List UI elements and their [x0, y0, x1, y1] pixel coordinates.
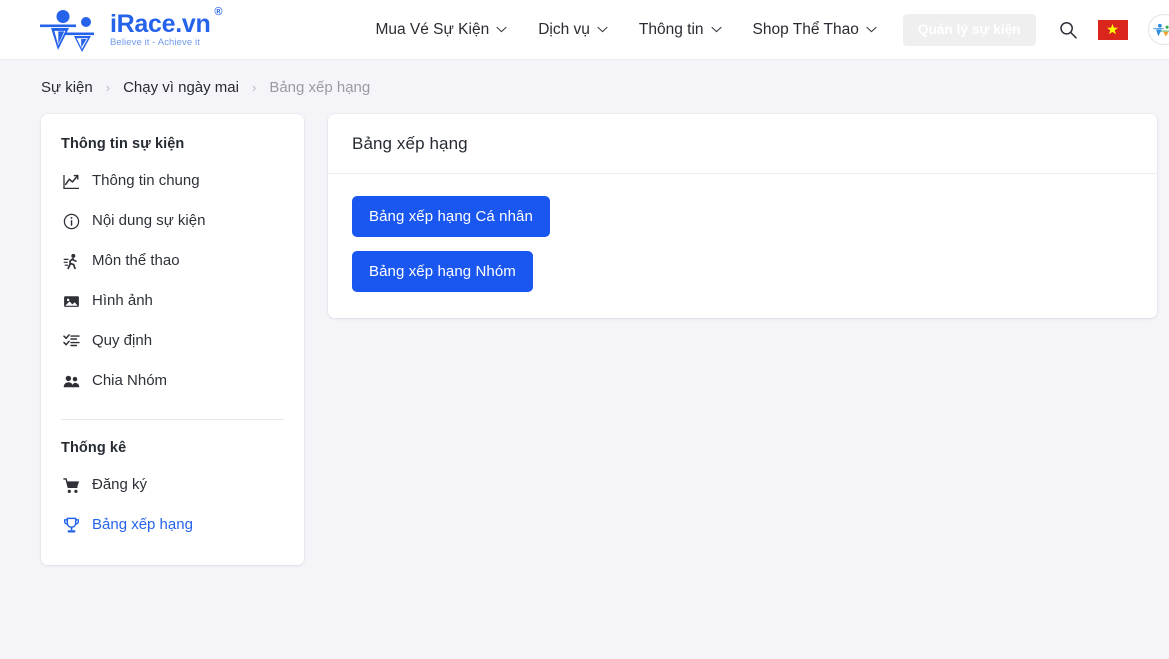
sidebar-item-label: Chia Nhóm — [92, 372, 168, 389]
nav-item-thong-tin[interactable]: Thông tin — [639, 21, 722, 39]
chevron-down-icon — [597, 26, 608, 33]
sidebar-item-label: Môn thể thao — [92, 252, 180, 269]
logo-registered-mark: ® — [214, 5, 223, 18]
user-avatar-icon[interactable] — [1147, 14, 1169, 45]
sidebar-item-label: Thông tin chung — [92, 172, 200, 189]
vietnam-flag-star-icon — [1107, 23, 1119, 35]
running-person-icon — [63, 253, 77, 269]
search-icon[interactable] — [1058, 20, 1078, 40]
sidebar-item-thong-tin-chung[interactable]: Thông tin chung — [41, 161, 304, 201]
people-group-icon — [63, 375, 80, 387]
sidebar-item-noi-dung-su-kien[interactable]: Nội dung sự kiện — [41, 201, 304, 241]
breadcrumb-separator: › — [251, 79, 257, 95]
nav-label: Mua Vé Sự Kiện — [375, 20, 490, 38]
chevron-down-icon — [710, 26, 722, 33]
breadcrumb-item-current: Bảng xếp hạng — [269, 78, 371, 96]
sidebar-item-chia-nhom[interactable]: Chia Nhóm — [41, 361, 304, 401]
list-check-icon — [63, 333, 80, 346]
nav-item-mua-ve-su-kien[interactable]: Mua Vé Sự Kiện — [375, 21, 507, 39]
chevron-down-icon — [866, 26, 877, 33]
sidebar-item-label: Hình ảnh — [92, 292, 153, 309]
individual-leaderboard-button[interactable]: Bảng xếp hạng Cá nhân — [352, 196, 550, 237]
nav-label: Thông tin — [638, 20, 704, 38]
main-navigation: Mua Vé Sự Kiện Dịch vụ Thông tin Shop Th… — [375, 21, 877, 39]
info-circle-icon — [63, 213, 80, 229]
nav-label: Shop Thể Thao — [752, 20, 859, 38]
sidebar-item-quy-dinh[interactable]: Quy định — [41, 321, 304, 361]
breadcrumb-item-su-kien[interactable]: Sự kiện — [41, 79, 93, 96]
chart-line-icon — [63, 174, 79, 189]
header-actions — [1058, 14, 1169, 45]
breadcrumb: Sự kiện › Chạy vì ngày mai › Bảng xếp hạ… — [0, 60, 1169, 114]
leaderboard-panel: Bảng xếp hạng Bảng xếp hạng Cá nhân Bảng… — [328, 114, 1157, 318]
image-icon — [64, 295, 79, 307]
nav-label: Dịch vụ — [538, 20, 590, 38]
sidebar-item-label: Bảng xếp hạng — [92, 516, 193, 533]
account-menu[interactable] — [1147, 14, 1169, 45]
sidebar-item-bang-xep-hang[interactable]: Bảng xếp hạng — [41, 505, 304, 545]
sidebar-divider — [61, 419, 284, 420]
logo-text-block: iRace.vn ® Believe it - Achieve it — [110, 6, 222, 49]
panel-header: Bảng xếp hạng — [328, 114, 1157, 174]
breadcrumb-item-event-name[interactable]: Chạy vì ngày mai — [123, 79, 239, 96]
manage-event-button[interactable]: Quản lý sự kiện — [902, 13, 1036, 46]
panel-body: Bảng xếp hạng Cá nhân Bảng xếp hạng Nhóm — [328, 174, 1157, 318]
sidebar-item-label: Quy định — [92, 332, 153, 349]
trophy-icon — [64, 517, 79, 532]
chevron-down-icon — [496, 26, 507, 33]
nav-item-shop-the-thao[interactable]: Shop Thể Thao — [753, 21, 877, 39]
sidebar-item-hinh-anh[interactable]: Hình ảnh — [41, 281, 304, 321]
logo-wordmark: iRace.vn — [110, 9, 211, 38]
sidebar-item-dang-ky[interactable]: Đăng ký — [41, 465, 304, 505]
nav-item-dich-vu[interactable]: Dịch vụ — [538, 21, 608, 39]
logo-tagline: Believe it - Achieve it — [110, 36, 200, 48]
sidebar-item-label: Đăng ký — [92, 476, 148, 493]
page-layout: Thông tin sự kiện Thông tin chung Nội du… — [0, 114, 1169, 565]
sidebar-section-title-stats: Thống kê — [61, 440, 127, 456]
sidebar-item-label: Nội dung sự kiện — [92, 212, 206, 229]
sidebar-item-mon-the-thao[interactable]: Môn thể thao — [41, 241, 304, 281]
sidebar-section-title-event-info: Thông tin sự kiện — [61, 136, 185, 152]
page-title: Bảng xếp hạng — [352, 134, 468, 153]
event-sidebar: Thông tin sự kiện Thông tin chung Nội du… — [41, 114, 304, 565]
group-leaderboard-button[interactable]: Bảng xếp hạng Nhóm — [352, 251, 533, 292]
irace-runners-logo-icon — [40, 9, 94, 52]
site-header: iRace.vn ® Believe it - Achieve it Mua V… — [0, 0, 1169, 60]
breadcrumb-separator: › — [105, 79, 111, 95]
shopping-cart-icon — [63, 477, 80, 493]
language-flag-button[interactable] — [1097, 19, 1128, 40]
avatar-irace-logo-icon — [1153, 23, 1169, 37]
site-logo[interactable]: iRace.vn ® Believe it - Achieve it — [38, 6, 222, 53]
